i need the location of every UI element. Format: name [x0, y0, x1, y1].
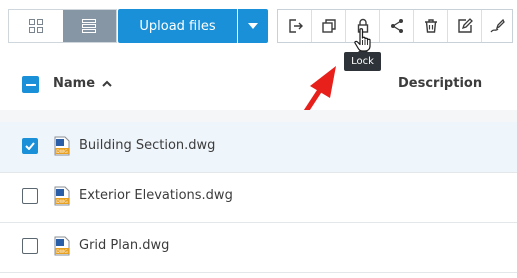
- grid-view-button[interactable]: [9, 10, 63, 42]
- delete-button[interactable]: [414, 10, 448, 42]
- move-button[interactable]: [278, 10, 312, 42]
- file-name[interactable]: Exterior Elevations.dwg: [79, 188, 233, 203]
- trash-icon: [424, 19, 437, 33]
- table-row[interactable]: DWG Building Section.dwg: [0, 122, 517, 173]
- select-all-checkbox[interactable]: [22, 76, 39, 93]
- copy-icon: [321, 19, 336, 33]
- upload-dropdown-button[interactable]: [238, 9, 268, 43]
- upload-files-button[interactable]: Upload files: [118, 9, 237, 43]
- caret-down-icon: [248, 23, 258, 29]
- row-checkbox[interactable]: [22, 238, 38, 254]
- list-view-button[interactable]: [62, 10, 116, 42]
- name-column-label: Name: [53, 76, 96, 91]
- svg-text:DWG: DWG: [56, 249, 68, 255]
- share-button[interactable]: [380, 10, 414, 42]
- table-row[interactable]: DWG Exterior Elevations.dwg: [0, 172, 517, 223]
- list-view-icon: [82, 19, 97, 33]
- dwg-file-icon: DWG: [54, 136, 70, 156]
- view-toggle: [8, 9, 117, 43]
- svg-text:DWG: DWG: [56, 199, 68, 205]
- file-name[interactable]: Building Section.dwg: [79, 138, 215, 153]
- description-column-header[interactable]: Description: [398, 76, 482, 91]
- table-spacer: [0, 110, 517, 122]
- markup-icon: [490, 18, 505, 33]
- table-row[interactable]: DWG Grid Plan.dwg: [0, 222, 517, 273]
- name-column-header[interactable]: Name: [53, 76, 112, 91]
- sort-ascending-icon: [101, 80, 112, 87]
- edit-icon: [457, 18, 473, 33]
- minus-icon: [25, 83, 36, 86]
- checkmark-icon: [25, 142, 35, 150]
- copy-button[interactable]: [312, 10, 346, 42]
- svg-text:DWG: DWG: [56, 149, 68, 155]
- move-icon: [288, 19, 303, 33]
- row-checkbox[interactable]: [22, 138, 38, 154]
- dwg-file-icon: DWG: [54, 236, 70, 256]
- share-icon: [390, 19, 403, 33]
- dwg-file-icon: DWG: [54, 186, 70, 206]
- file-name[interactable]: Grid Plan.dwg: [79, 238, 169, 253]
- rename-button[interactable]: [448, 10, 482, 42]
- row-checkbox[interactable]: [22, 188, 38, 204]
- action-toolbar: [277, 9, 513, 43]
- grid-view-icon: [28, 19, 43, 33]
- hand-cursor-icon: [354, 28, 371, 52]
- markup-button[interactable]: [482, 10, 512, 42]
